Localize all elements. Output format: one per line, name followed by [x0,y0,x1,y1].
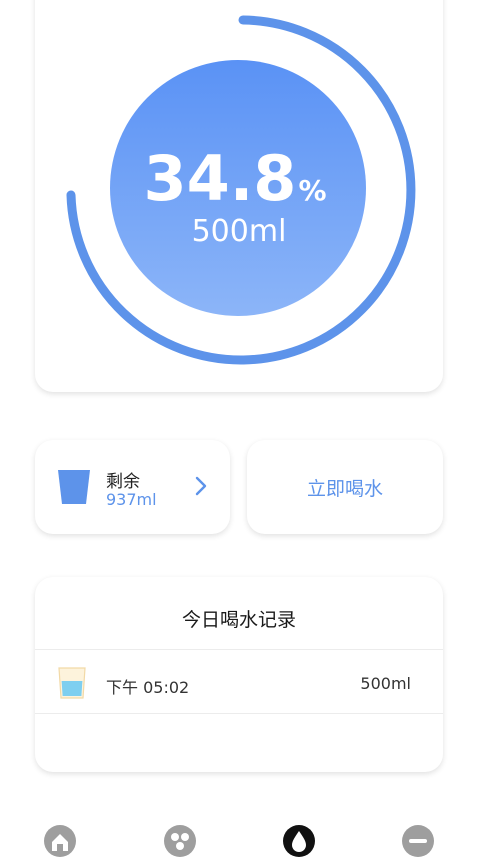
cup-icon [58,470,90,504]
chevron-right-icon[interactable] [194,476,208,496]
profile-icon[interactable] [401,824,435,858]
drink-now-label: 立即喝水 [306,477,383,500]
progress-percent-sign: % [298,174,326,207]
divider [35,713,443,714]
remaining-card[interactable]: 剩余 937ml [35,440,230,534]
records-card: 今日喝水记录 下午 05:02 500ml [35,577,443,772]
record-time: 下午 05:02 [106,678,190,697]
remaining-label: 剩余 [106,472,140,492]
progress-ring: 34.8% 500ml [66,15,416,365]
drink-now-button[interactable]: 立即喝水 [247,440,443,534]
progress-card: 34.8% 500ml [35,0,443,392]
water-drop-icon[interactable] [282,824,316,858]
water-glass-icon [58,667,86,699]
divider [35,649,443,650]
progress-amount: 500ml [192,214,287,249]
records-title: 今日喝水记录 [181,609,296,631]
remaining-value: 937ml [106,490,157,509]
home-icon[interactable] [43,824,77,858]
explore-icon[interactable] [163,824,197,858]
record-amount: 500ml [360,674,411,693]
